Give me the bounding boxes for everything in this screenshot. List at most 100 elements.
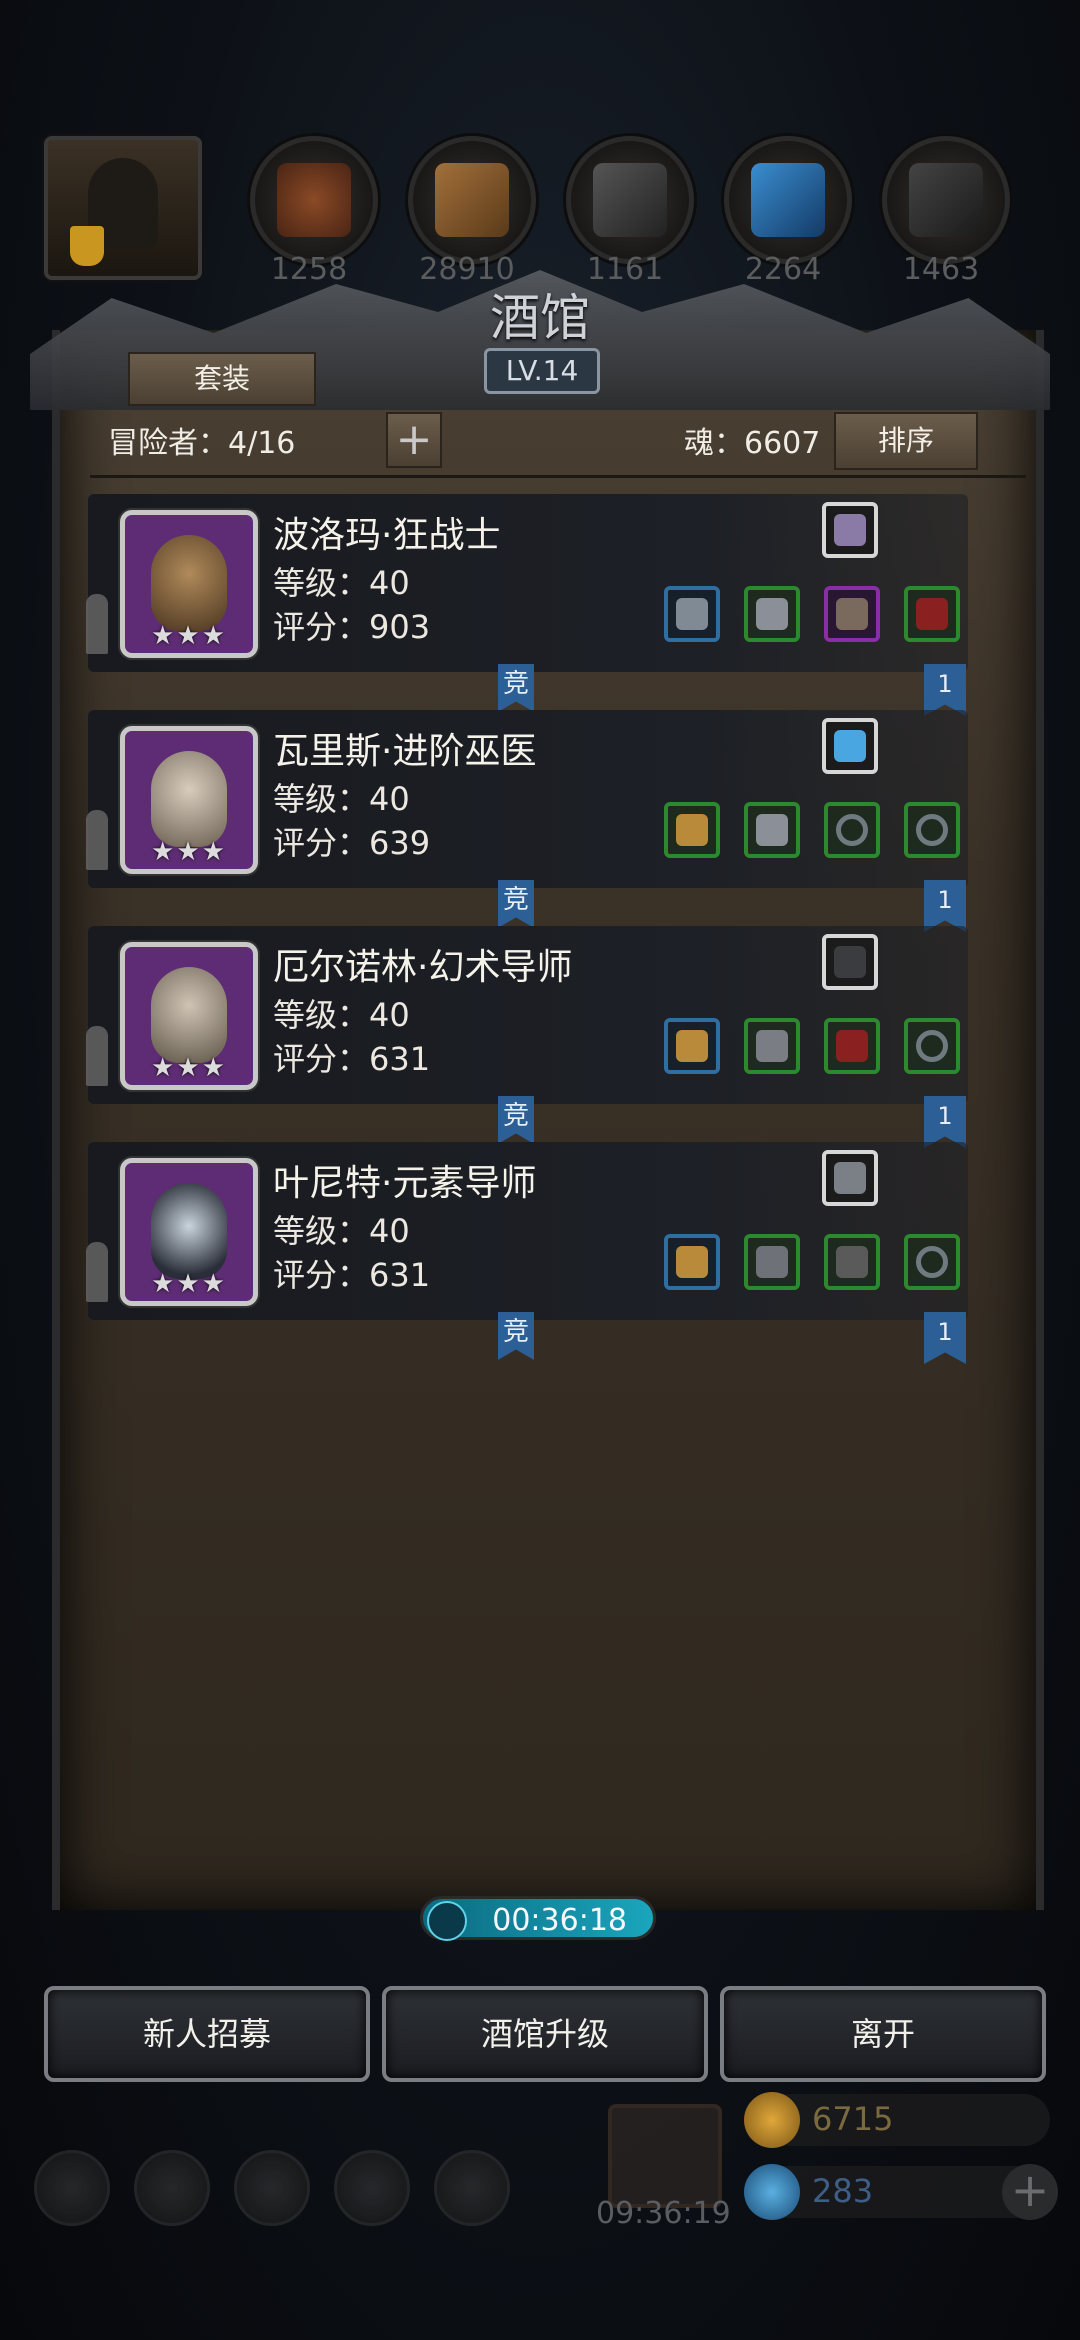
star-rating: ★★★: [151, 1053, 227, 1083]
tome-icon: [834, 1162, 866, 1194]
armor-slot[interactable]: [744, 1234, 800, 1290]
adventurer-count: 冒险者：4/16: [108, 426, 296, 461]
resource-bar: 1258 28910 1161 2264 1463: [40, 130, 1040, 290]
gem-count: 283: [812, 2172, 874, 2210]
settings-icon[interactable]: [34, 2150, 110, 2226]
hero-name: 厄尔诺林·幻术导师: [273, 947, 573, 988]
tavern-level-badge: LV.14: [484, 348, 600, 394]
hooded-mage-face-icon: [151, 1183, 227, 1279]
ring-icon: [836, 814, 868, 846]
hero-score: 评分：631: [273, 1040, 431, 1078]
hero-name: 波洛玛·狂战士: [273, 515, 501, 556]
weapon-slot[interactable]: [664, 802, 720, 858]
runner-icon: [86, 1242, 108, 1302]
hero-portrait: ★★★: [120, 942, 258, 1090]
star-rating: ★★★: [151, 621, 227, 651]
armor-slot[interactable]: [744, 586, 800, 642]
upgrade-timer: 00:36:18: [420, 1896, 656, 1941]
staff-icon: [676, 1246, 708, 1278]
star-rating: ★★★: [151, 1269, 227, 1299]
add-currency-button[interactable]: +: [1002, 2164, 1058, 2220]
armor-slot[interactable]: [744, 1018, 800, 1074]
weapon-slot[interactable]: [664, 1018, 720, 1074]
hero-level: 等级：40: [273, 1212, 410, 1250]
artifact-slot[interactable]: [822, 502, 878, 558]
hero-score: 评分：639: [273, 824, 431, 862]
ice-crystal-icon: [834, 730, 866, 762]
player-avatar[interactable]: [44, 136, 202, 280]
gift-box-icon[interactable]: [608, 2104, 722, 2208]
gold-bar: [760, 2094, 1050, 2146]
stone-resource-icon[interactable]: [882, 136, 1010, 264]
runner-icon: [86, 810, 108, 870]
trinket-slot[interactable]: [904, 586, 960, 642]
hero-portrait: ★★★: [120, 510, 258, 658]
helm-slot[interactable]: [824, 586, 880, 642]
wood-resource-icon[interactable]: [408, 136, 536, 264]
elf-face-icon: [151, 751, 227, 847]
hero-score: 评分：631: [273, 1256, 431, 1294]
chest-armor-icon: [756, 1246, 788, 1278]
shield-icon[interactable]: [434, 2150, 510, 2226]
divider: [90, 475, 1026, 478]
hero-level: 等级：40: [273, 564, 410, 602]
star-menu-icon[interactable]: [134, 2150, 210, 2226]
ring-slot[interactable]: [904, 1018, 960, 1074]
helmet-icon: [836, 598, 868, 630]
iron-resource-icon[interactable]: [566, 136, 694, 264]
artifact-slot[interactable]: [822, 934, 878, 990]
chest-armor-icon: [756, 1030, 788, 1062]
staff-icon: [676, 814, 708, 846]
trophy-icon: [70, 226, 104, 266]
trinket-slot[interactable]: [824, 1234, 880, 1290]
add-adventurer-button[interactable]: +: [386, 412, 442, 468]
berserker-face-icon: [151, 535, 227, 631]
chest-armor-icon: [756, 814, 788, 846]
hero-score: 评分：903: [273, 608, 431, 646]
hero-card[interactable]: ★★★ 叶尼特·元素导师 等级：40 评分：631 竞 1: [86, 1142, 968, 1364]
crystal-shard-icon: [834, 514, 866, 546]
hero-card[interactable]: ★★★ 瓦里斯·进阶巫医 等级：40 评分：639 竞 1: [86, 710, 968, 932]
runner-icon: [86, 594, 108, 654]
tavern-upgrade-button[interactable]: 酒馆升级: [382, 1986, 708, 2082]
sort-button[interactable]: 排序: [834, 412, 978, 470]
ring-slot[interactable]: [904, 1234, 960, 1290]
hero-card[interactable]: ★★★ 厄尔诺林·幻术导师 等级：40 评分：631 竞 1: [86, 926, 968, 1148]
leave-button[interactable]: 离开: [720, 1986, 1046, 2082]
weapon-slot[interactable]: [664, 1234, 720, 1290]
amulet-icon: [836, 1246, 868, 1278]
hero-level: 等级：40: [273, 996, 410, 1034]
gift-timer: 09:36:19: [596, 2196, 731, 2231]
tavern-title: 酒馆: [490, 289, 590, 347]
runner-icon: [86, 1026, 108, 1086]
weapon-slot[interactable]: [664, 586, 720, 642]
hero-portrait: ★★★: [120, 1158, 258, 1306]
castle-icon[interactable]: [234, 2150, 310, 2226]
axe-icon: [676, 598, 708, 630]
amulet-icon: [916, 598, 948, 630]
ring-icon: [916, 1030, 948, 1062]
hero-card[interactable]: ★★★ 波洛玛·狂战士 等级：40 评分：903 竞 1: [86, 494, 968, 716]
ring-icon: [916, 1246, 948, 1278]
ring-slot[interactable]: [824, 802, 880, 858]
amulet-icon: [836, 1030, 868, 1062]
ring-icon: [916, 814, 948, 846]
gem-icon: [744, 2164, 800, 2220]
hero-portrait: ★★★: [120, 726, 258, 874]
armor-slot[interactable]: [744, 802, 800, 858]
meat-resource-icon[interactable]: [250, 136, 378, 264]
hero-level: 等级：40: [273, 780, 410, 818]
clock-icon: [427, 1901, 467, 1941]
mail-icon[interactable]: [334, 2150, 410, 2226]
crystal-resource-icon[interactable]: [724, 136, 852, 264]
suit-button[interactable]: 套装: [128, 352, 316, 406]
trinket-slot[interactable]: [824, 1018, 880, 1074]
artifact-slot[interactable]: [822, 718, 878, 774]
hero-name: 叶尼特·元素导师: [273, 1163, 537, 1204]
chest-armor-icon: [756, 598, 788, 630]
recruit-button[interactable]: 新人招募: [44, 1986, 370, 2082]
artifact-slot[interactable]: [822, 1150, 878, 1206]
timer-text: 00:36:18: [492, 1903, 627, 1938]
ring-slot[interactable]: [904, 802, 960, 858]
feather-icon: [834, 946, 866, 978]
